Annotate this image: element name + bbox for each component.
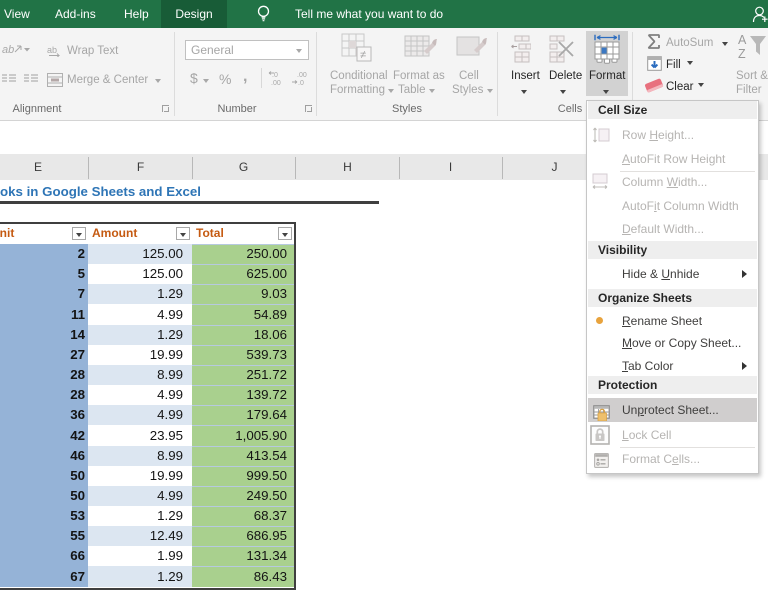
svg-text:.00: .00: [271, 80, 281, 86]
svg-text:ab: ab: [47, 45, 57, 55]
svg-text:.0: .0: [298, 80, 304, 86]
svg-text:≠: ≠: [360, 49, 366, 61]
svg-text:.00: .00: [297, 72, 307, 79]
svg-text:Z: Z: [738, 47, 746, 61]
svg-text:A: A: [738, 33, 747, 47]
svg-text:ab: ab: [2, 44, 14, 56]
